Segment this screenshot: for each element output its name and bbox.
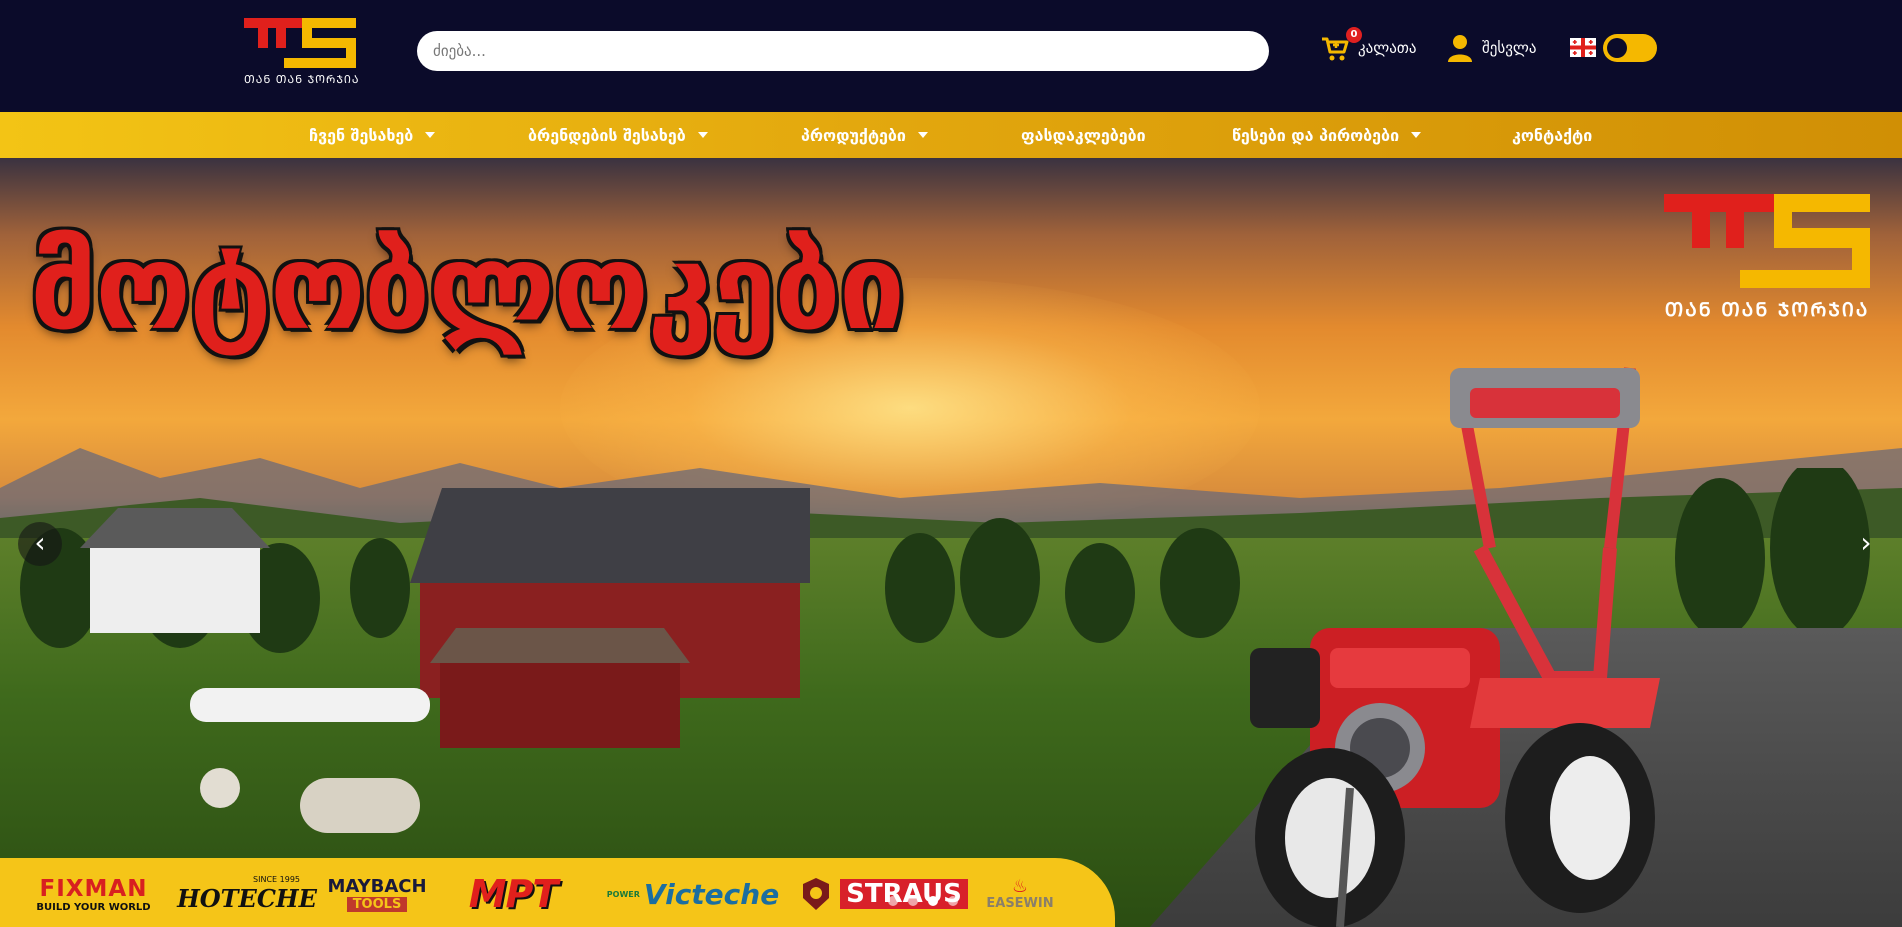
georgia-flag-icon[interactable] bbox=[1570, 38, 1596, 57]
main-nav: ჩვენ შესახებ ბრენდების შესახებ პროდუქტებ… bbox=[0, 112, 1902, 158]
brand-name: HOTECHE bbox=[177, 884, 317, 913]
caret-down-icon bbox=[425, 132, 436, 138]
slider-prev-button[interactable]: ‹ bbox=[18, 522, 62, 566]
nav-item-contact[interactable]: კონტაქტი bbox=[1512, 112, 1592, 158]
caret-down-icon bbox=[697, 132, 708, 138]
login-button[interactable]: შესვლა bbox=[1448, 30, 1537, 66]
toggle-knob bbox=[1607, 38, 1627, 58]
hero-slider: მოტობლოკები ᲗᲐᲜ ᲗᲐᲜ ᲯᲝᲠᲯᲘᲐ ‹ › FIXMAN BU… bbox=[0, 158, 1902, 927]
cart-icon: 0 bbox=[1320, 27, 1362, 63]
brand-name: FIXMAN bbox=[39, 875, 148, 902]
nav-item-brands[interactable]: ბრენდების შესახებ bbox=[528, 112, 708, 158]
hero-title: მოტობლოკები bbox=[30, 218, 905, 356]
cart-count-badge: 0 bbox=[1346, 27, 1362, 43]
site-header: ᲗᲐᲜ ᲗᲐᲜ ᲯᲝᲠᲯᲘᲐ 0 კალათა შესვლა bbox=[0, 0, 1902, 112]
nav-item-label: პროდუქტები bbox=[801, 125, 906, 145]
caret-down-icon bbox=[917, 132, 928, 138]
cart-label: კალათა bbox=[1358, 39, 1417, 57]
caret-down-icon bbox=[1411, 132, 1422, 138]
slider-dot[interactable] bbox=[908, 896, 918, 906]
brand-name: Victeche bbox=[643, 877, 780, 911]
hay-bales bbox=[190, 688, 430, 722]
slider-dot-active[interactable] bbox=[928, 896, 938, 906]
logo-mark-icon bbox=[244, 18, 356, 68]
sheep bbox=[200, 768, 240, 808]
hero-logo-tagline: ᲗᲐᲜ ᲗᲐᲜ ᲯᲝᲠᲯᲘᲐ bbox=[1664, 299, 1870, 321]
brand-name: MPT bbox=[468, 872, 559, 916]
nav-item-products[interactable]: პროდუქტები bbox=[801, 112, 928, 158]
slider-next-button[interactable]: › bbox=[1844, 522, 1888, 566]
brand-logo-maybach[interactable]: MAYBACH TOOLS bbox=[327, 874, 427, 914]
small-barn bbox=[440, 658, 680, 748]
nav-item-about[interactable]: ჩვენ შესახებ bbox=[309, 112, 436, 158]
logo-mark-icon bbox=[1664, 194, 1870, 288]
brand-emblem-icon bbox=[803, 878, 829, 910]
brand-logo-emblem[interactable] bbox=[802, 874, 830, 914]
nav-item-label: ბრენდების შესახებ bbox=[528, 125, 686, 145]
cart-button[interactable]: 0 კალათა bbox=[1320, 27, 1417, 66]
login-label: შესვლა bbox=[1482, 39, 1537, 57]
user-icon bbox=[1448, 35, 1472, 62]
nav-item-discounts[interactable]: ფასდაკლებები bbox=[1021, 112, 1146, 158]
brand-name: EASEWIN bbox=[986, 895, 1054, 911]
white-house bbox=[90, 538, 260, 633]
brand-sub: POWER bbox=[606, 889, 640, 899]
theme-toggle[interactable] bbox=[1603, 34, 1657, 62]
nav-item-label: ფასდაკლებები bbox=[1021, 125, 1146, 145]
site-logo[interactable]: ᲗᲐᲜ ᲗᲐᲜ ᲯᲝᲠᲯᲘᲐ bbox=[244, 16, 360, 86]
logo-tagline: ᲗᲐᲜ ᲗᲐᲜ ᲯᲝᲠᲯᲘᲐ bbox=[244, 73, 360, 86]
brand-name: MAYBACH bbox=[327, 876, 427, 897]
nav-item-label: კონტაქტი bbox=[1512, 125, 1593, 145]
brand-logo-easewin[interactable]: ♨ EASEWIN bbox=[980, 874, 1060, 914]
brand-sub: TOOLS bbox=[346, 897, 408, 912]
brand-logo-mpt[interactable]: MPT bbox=[445, 872, 581, 916]
nav-item-label: წესები და პირობები bbox=[1232, 125, 1400, 145]
slider-dots bbox=[888, 896, 958, 906]
nav-item-label: ჩვენ შესახებ bbox=[309, 125, 414, 145]
brand-strip: FIXMAN BUILD YOUR WORLD SINCE 1995 HOTEC… bbox=[0, 858, 1115, 927]
brand-logo-hoteche[interactable]: SINCE 1995 HOTECHE bbox=[177, 874, 317, 914]
motoblock-tiller-image bbox=[1250, 367, 1660, 927]
brand-logo-fixman[interactable]: FIXMAN BUILD YOUR WORLD bbox=[26, 874, 161, 914]
flame-icon: ♨ bbox=[1011, 875, 1029, 897]
brand-sub: SINCE 1995 bbox=[253, 875, 300, 884]
brand-logo-straus[interactable]: STRAUS bbox=[840, 874, 968, 914]
brand-sub: BUILD YOUR WORLD bbox=[36, 901, 151, 913]
nav-item-terms[interactable]: წესები და პირობები bbox=[1232, 112, 1422, 158]
sheep bbox=[300, 778, 420, 833]
slider-dot[interactable] bbox=[948, 896, 958, 906]
hero-logo: ᲗᲐᲜ ᲗᲐᲜ ᲯᲝᲠᲯᲘᲐ bbox=[1664, 192, 1870, 332]
red-barn-roof bbox=[410, 488, 810, 583]
slider-dot[interactable] bbox=[888, 896, 898, 906]
brand-logo-victeche[interactable]: POWER Victeche bbox=[606, 874, 780, 914]
search-input[interactable] bbox=[417, 31, 1269, 71]
small-barn-roof bbox=[430, 628, 690, 663]
